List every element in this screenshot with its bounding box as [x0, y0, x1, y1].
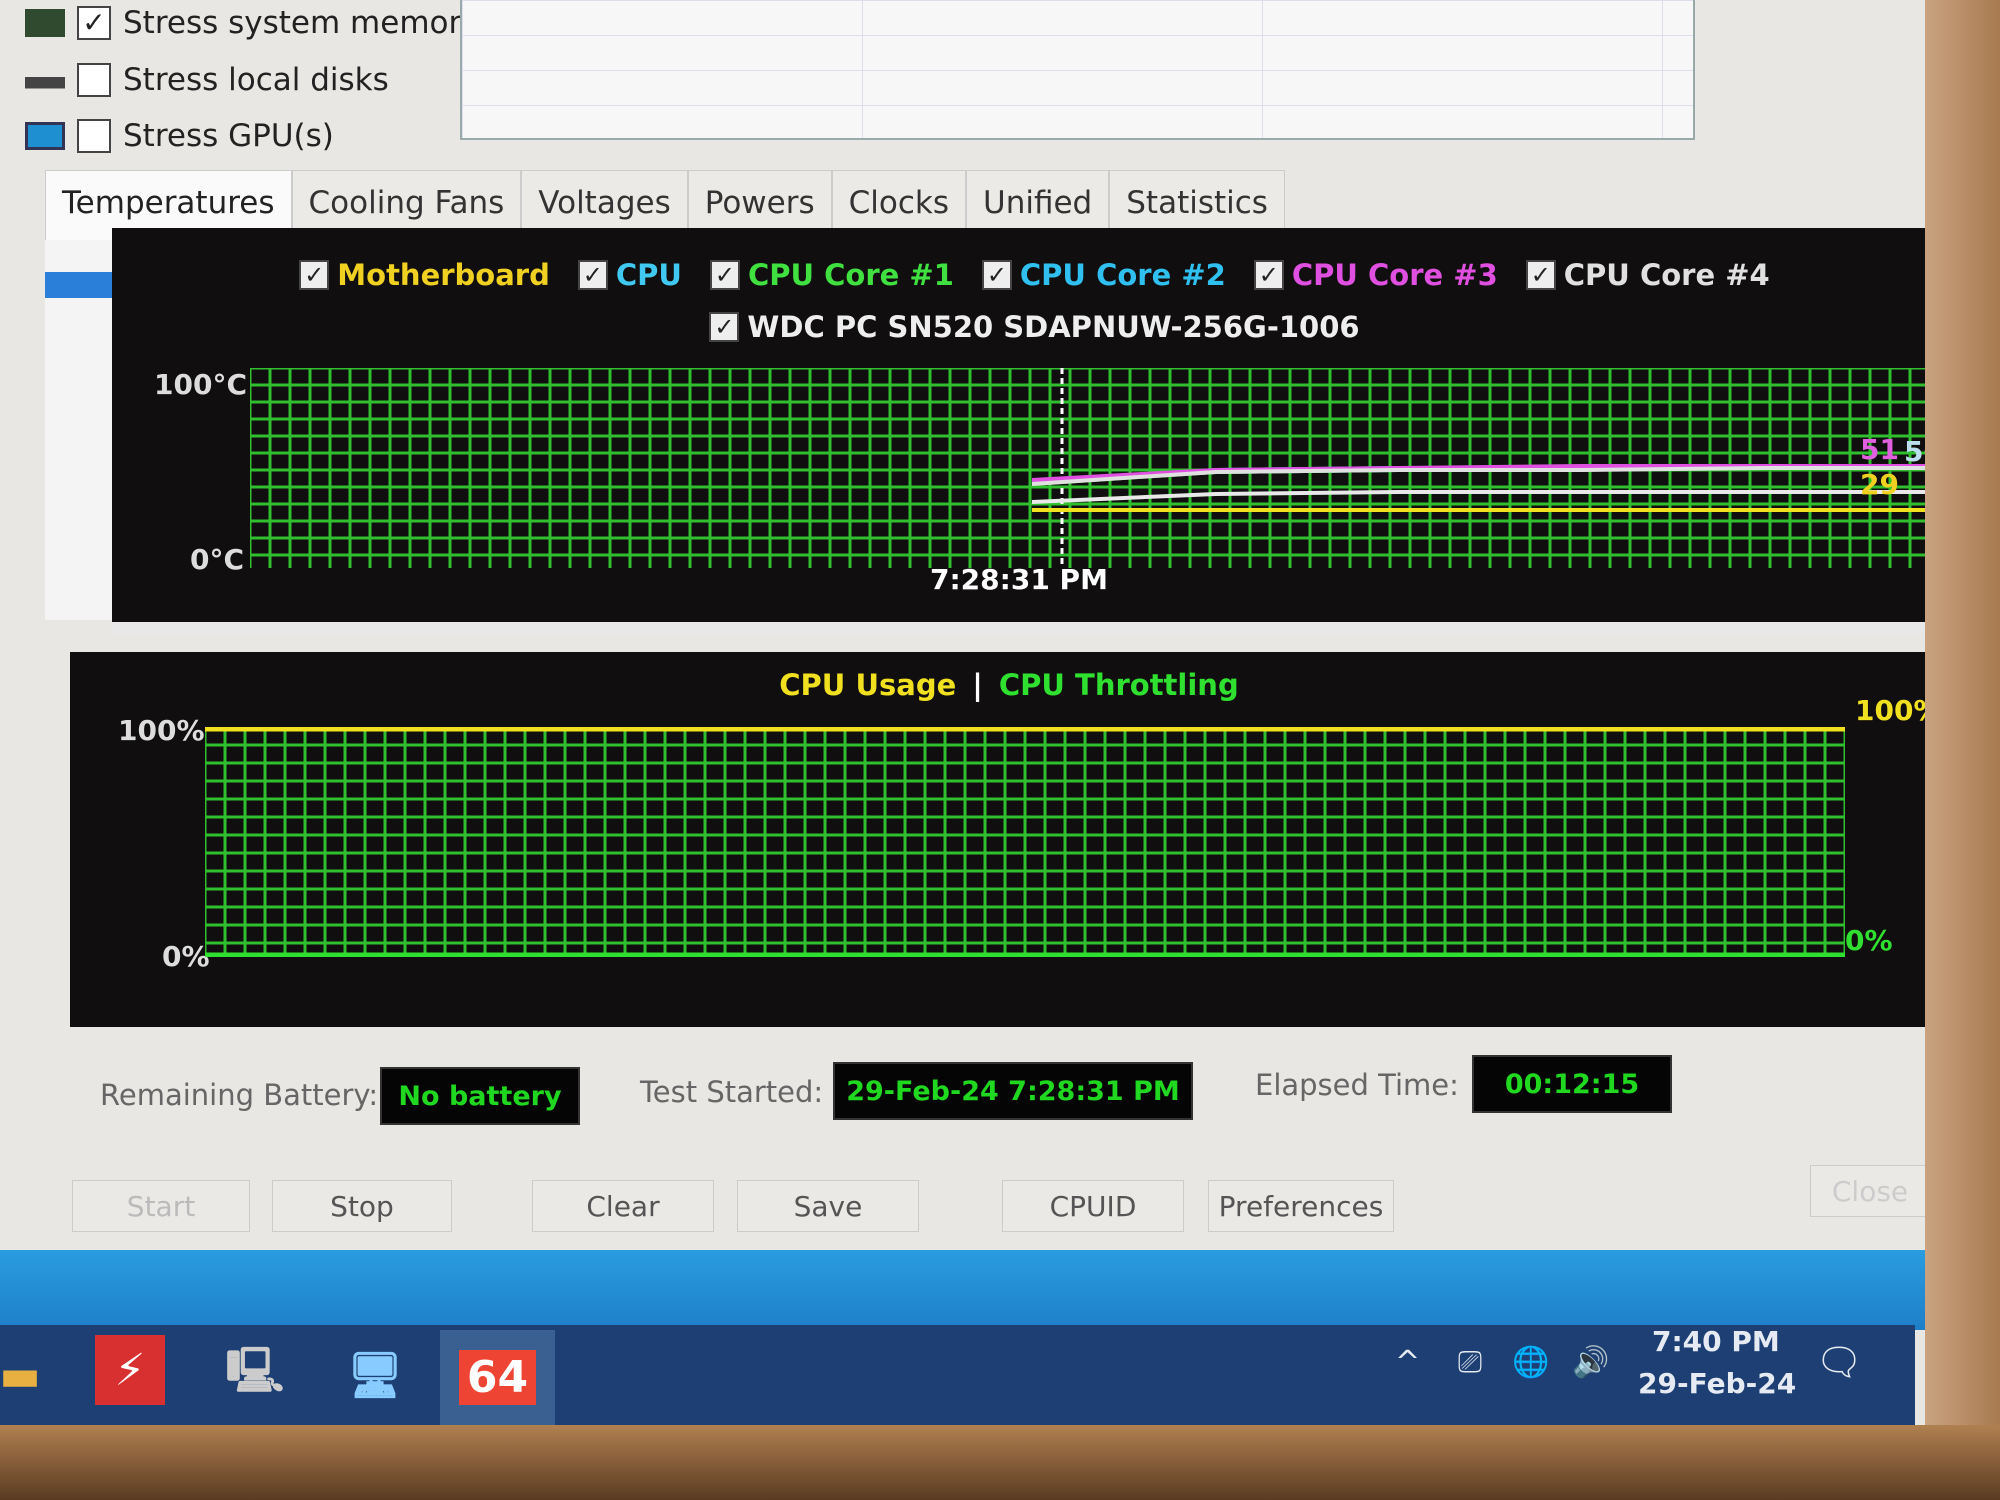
- stress-disks-label: Stress local disks: [123, 62, 389, 98]
- file-explorer-icon[interactable]: ▬: [0, 1335, 60, 1415]
- clock-time[interactable]: 7:40 PM: [1652, 1325, 1780, 1358]
- stress-disks-checkbox[interactable]: [77, 63, 111, 97]
- test-started-label: Test Started:: [640, 1075, 824, 1109]
- legend-cpu[interactable]: ✓ CPU: [577, 258, 682, 292]
- desktop-background: [0, 1250, 1925, 1330]
- monitor-bezel: [0, 1425, 2000, 1500]
- test-started-value: 29-Feb-24 7:28:31 PM: [833, 1062, 1193, 1120]
- chart-splitter[interactable]: [112, 622, 1957, 634]
- clear-button[interactable]: Clear: [532, 1180, 714, 1232]
- legend-cpu-usage: CPU Usage: [779, 668, 957, 702]
- status-list-panel: [460, 0, 1695, 140]
- gpu-monitor-icon: [25, 122, 65, 150]
- temperature-chart: ✓ Motherboard ✓ CPU ✓ CPU Core #1 ✓ CPU Core…: [112, 228, 1957, 630]
- cpu-usage-plot: [205, 727, 1845, 957]
- legend-cpu-core-3[interactable]: ✓ CPU Core #3: [1253, 258, 1498, 292]
- flash-app-icon[interactable]: ⚡: [95, 1335, 165, 1405]
- legend-cpu-core-2[interactable]: ✓ CPU Core #2: [981, 258, 1226, 292]
- stress-disks-option[interactable]: Stress local disks: [25, 62, 389, 98]
- stress-gpu-option[interactable]: Stress GPU(s): [25, 118, 334, 154]
- temperature-plot: [250, 368, 1950, 568]
- elapsed-time-value: 00:12:15: [1472, 1055, 1672, 1113]
- network-globe-icon[interactable]: 🌐: [1512, 1345, 1549, 1380]
- volume-icon[interactable]: 🔊: [1572, 1345, 1609, 1380]
- disk-icon: [25, 66, 65, 94]
- monitor-bezel-right: [1925, 0, 2000, 1425]
- legend-cpu-core-1[interactable]: ✓ CPU Core #1: [709, 258, 954, 292]
- legend-cpu-throttling: CPU Throttling: [998, 668, 1239, 702]
- show-hidden-icons-chevron[interactable]: ^: [1395, 1345, 1420, 1380]
- cpu-usage-chart: CPU Usage | CPU Throttling 100% 0% 100% …: [70, 652, 1948, 1027]
- battery-label: Remaining Battery:: [100, 1078, 379, 1112]
- aida64-icon: 64: [458, 1350, 537, 1405]
- legend-separator: |: [972, 668, 983, 702]
- device-icon[interactable]: ⎚: [1458, 1345, 1482, 1380]
- throttling-end-value: 0%: [1845, 924, 1893, 957]
- battery-value: No battery: [380, 1067, 580, 1125]
- elapsed-time-label: Elapsed Time:: [1255, 1068, 1459, 1102]
- stress-memory-option[interactable]: ✓ Stress system memory: [25, 5, 480, 41]
- save-button[interactable]: Save: [737, 1180, 919, 1232]
- y-min-label: 0°C: [190, 543, 245, 576]
- usage-y-min-label: 0%: [162, 940, 210, 973]
- selected-sensor-row[interactable]: [45, 272, 115, 298]
- notification-icon[interactable]: 🗨: [1815, 1340, 1863, 1385]
- sensor-tree-panel: [45, 240, 115, 620]
- end-value-core3: 51: [1860, 433, 1899, 466]
- stress-memory-label: Stress system memory: [123, 5, 480, 41]
- stress-gpu-checkbox[interactable]: [77, 119, 111, 153]
- legend-motherboard[interactable]: ✓ Motherboard: [299, 258, 550, 292]
- start-button[interactable]: Start: [72, 1180, 250, 1232]
- aida64-taskbar-button[interactable]: 64: [440, 1330, 555, 1425]
- y-max-label: 100°C: [154, 368, 247, 401]
- computer-icon[interactable]: 🖳: [215, 1335, 295, 1415]
- preferences-button[interactable]: Preferences: [1208, 1180, 1394, 1232]
- clock-date[interactable]: 29-Feb-24: [1638, 1367, 1796, 1400]
- legend-ssd[interactable]: ✓ WDC PC SN520 SDAPNUW-256G-1006: [709, 310, 1360, 344]
- close-button[interactable]: Close: [1810, 1165, 1930, 1217]
- network-computer-icon[interactable]: 🖥: [335, 1335, 415, 1415]
- usage-y-max-label: 100%: [118, 714, 205, 747]
- stress-memory-checkbox[interactable]: ✓: [77, 6, 111, 40]
- start-time-marker-label: 7:28:31 PM: [930, 563, 1108, 596]
- cpuid-button[interactable]: CPUID: [1002, 1180, 1184, 1232]
- end-value-motherboard: 29: [1860, 468, 1899, 501]
- memory-icon: [25, 9, 65, 37]
- stop-button[interactable]: Stop: [272, 1180, 452, 1232]
- legend-cpu-core-4[interactable]: ✓ CPU Core #4: [1525, 258, 1770, 292]
- stress-gpu-label: Stress GPU(s): [123, 118, 334, 154]
